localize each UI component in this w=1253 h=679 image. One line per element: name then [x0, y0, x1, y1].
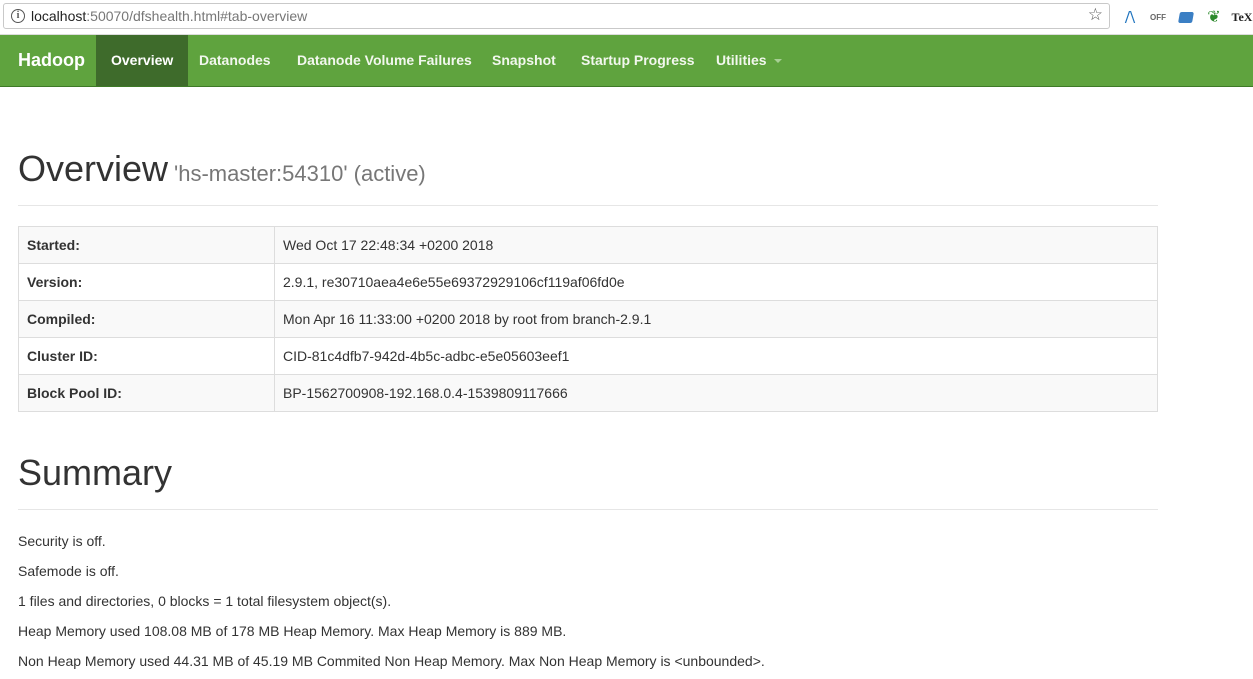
- row-value: CID-81c4dfb7-942d-4b5c-adbc-e5e05603eef1: [274, 337, 1158, 375]
- summary-non-heap-memory: Non Heap Memory used 44.31 MB of 45.19 M…: [18, 653, 765, 669]
- table-row: Version: 2.9.1, re30710aea4e6e55e6937292…: [18, 263, 1158, 301]
- bookmark-star-icon[interactable]: ☆: [1088, 5, 1103, 25]
- summary-filesystem-objects: 1 files and directories, 0 blocks = 1 to…: [18, 593, 392, 609]
- table-row: Started: Wed Oct 17 22:48:34 +0200 2018: [18, 226, 1158, 264]
- tab-overview[interactable]: Overview: [96, 35, 189, 86]
- extension-icons: /\ OFF ❦ TeX: [1116, 5, 1253, 29]
- row-key: Started:: [18, 226, 275, 264]
- brand-logo[interactable]: Hadoop: [18, 35, 85, 86]
- tab-utilities[interactable]: Utilities: [716, 35, 782, 86]
- summary-header: Summary: [18, 452, 1158, 510]
- row-key: Version:: [18, 263, 275, 301]
- tab-utilities-label: Utilities: [716, 52, 767, 68]
- row-value: Mon Apr 16 11:33:00 +0200 2018 by root f…: [274, 300, 1158, 338]
- address-bar[interactable]: i localhost:50070/dfshealth.html#tab-ove…: [3, 3, 1110, 29]
- summary-security: Security is off.: [18, 533, 106, 549]
- row-key: Compiled:: [18, 300, 275, 338]
- summary-title: Summary: [18, 452, 173, 493]
- evernote-icon[interactable]: ❦: [1200, 5, 1228, 29]
- overview-table: Started: Wed Oct 17 22:48:34 +0200 2018 …: [18, 226, 1158, 412]
- zotero-icon[interactable]: [1172, 5, 1200, 29]
- info-icon[interactable]: i: [11, 9, 25, 23]
- overview-title: Overview: [18, 148, 169, 189]
- overview-header: Overview'hs-master:54310' (active): [18, 148, 1158, 206]
- page-title: Overview'hs-master:54310' (active): [18, 148, 1158, 190]
- row-key: Cluster ID:: [18, 337, 275, 375]
- row-key: Block Pool ID:: [18, 374, 275, 412]
- table-row: Cluster ID: CID-81c4dfb7-942d-4b5c-adbc-…: [18, 337, 1158, 375]
- caret-down-icon: [773, 59, 782, 64]
- tab-startup-progress[interactable]: Startup Progress: [581, 35, 695, 86]
- tab-datanode-volume-failures[interactable]: Datanode Volume Failures: [297, 35, 472, 86]
- browser-toolbar: i localhost:50070/dfshealth.html#tab-ove…: [0, 0, 1253, 35]
- summary-safemode: Safemode is off.: [18, 563, 119, 579]
- table-row: Compiled: Mon Apr 16 11:33:00 +0200 2018…: [18, 300, 1158, 338]
- tab-snapshot[interactable]: Snapshot: [492, 35, 556, 86]
- overview-subtitle: 'hs-master:54310' (active): [174, 161, 426, 186]
- table-row: Block Pool ID: BP-1562700908-192.168.0.4…: [18, 374, 1158, 412]
- navbar: Hadoop Overview Datanodes Datanode Volum…: [0, 35, 1253, 87]
- tex-icon[interactable]: TeX: [1228, 5, 1253, 29]
- url-host: localhost: [31, 8, 87, 24]
- url-path: :50070/dfshealth.html#tab-overview: [86, 8, 308, 24]
- mendeley-icon[interactable]: /\: [1116, 5, 1144, 29]
- tab-datanodes[interactable]: Datanodes: [199, 35, 271, 86]
- row-value: BP-1562700908-192.168.0.4-1539809117666: [274, 374, 1158, 412]
- row-value: 2.9.1, re30710aea4e6e55e69372929106cf119…: [274, 263, 1158, 301]
- row-value: Wed Oct 17 22:48:34 +0200 2018: [274, 226, 1158, 264]
- summary-heap-memory: Heap Memory used 108.08 MB of 178 MB Hea…: [18, 623, 567, 639]
- office-icon[interactable]: OFF: [1144, 5, 1172, 29]
- url-text[interactable]: localhost:50070/dfshealth.html#tab-overv…: [31, 8, 307, 24]
